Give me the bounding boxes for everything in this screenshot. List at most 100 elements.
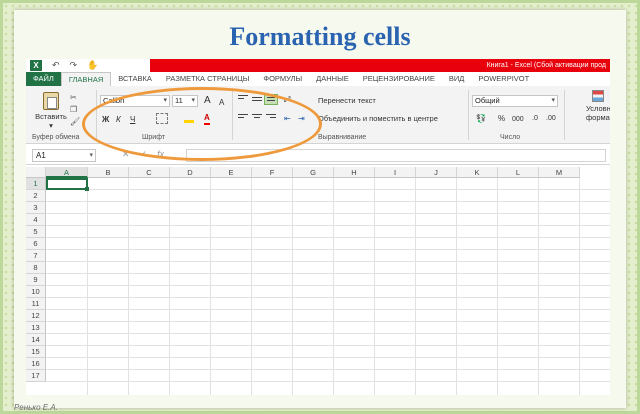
grid-line xyxy=(46,225,610,226)
increase-indent-icon[interactable]: ⇥ xyxy=(298,113,305,124)
align-left-icon[interactable] xyxy=(238,114,248,122)
column-header[interactable]: I xyxy=(375,167,416,178)
row-header[interactable]: 10 xyxy=(26,286,46,298)
name-box[interactable]: A1 xyxy=(32,149,96,162)
currency-icon[interactable]: 💱 xyxy=(476,113,486,124)
column-header[interactable]: C xyxy=(129,167,170,178)
column-header[interactable]: A xyxy=(46,167,88,178)
shrink-font-button[interactable]: A xyxy=(219,97,224,108)
paste-button[interactable]: Вставить ▾ xyxy=(34,92,68,130)
row-header[interactable]: 9 xyxy=(26,274,46,286)
row-header[interactable]: 2 xyxy=(26,190,46,202)
column-header[interactable]: B xyxy=(88,167,129,178)
paste-dropdown-icon[interactable]: ▾ xyxy=(34,121,68,130)
grid-line xyxy=(46,273,610,274)
excel-window: X ↶ ↷ ✋ Книга1 - Excel (Сбой активации п… xyxy=(26,59,610,395)
column-header[interactable]: L xyxy=(498,167,539,178)
row-header[interactable]: 15 xyxy=(26,346,46,358)
row-header[interactable]: 14 xyxy=(26,334,46,346)
column-header[interactable]: J xyxy=(416,167,457,178)
formula-bar-icons: ✕ ✓ fx xyxy=(122,149,164,160)
touch-mode-icon[interactable]: ✋ xyxy=(87,60,98,71)
tab-review[interactable]: РЕЦЕНЗИРОВАНИЕ xyxy=(356,72,442,86)
grid-line xyxy=(46,213,610,214)
insert-function-icon[interactable]: fx xyxy=(157,149,164,160)
ribbon-tabs: ФАЙЛ ГЛАВНАЯ ВСТАВКА РАЗМЕТКА СТРАНИЦЫ Ф… xyxy=(26,72,610,86)
redo-icon[interactable]: ↷ xyxy=(70,60,78,71)
paste-label: Вставить xyxy=(35,112,67,121)
column-header[interactable]: G xyxy=(293,167,334,178)
active-cell[interactable] xyxy=(46,178,89,191)
borders-icon[interactable] xyxy=(156,113,168,124)
row-header[interactable]: 8 xyxy=(26,262,46,274)
conditional-label-line1: Условное xyxy=(586,104,610,113)
conditional-formatting-button[interactable]: Условное форматиро xyxy=(586,104,610,122)
copy-icon[interactable]: ❐ xyxy=(70,104,80,116)
alignment-group-label: Выравнивание xyxy=(318,134,367,141)
row-header[interactable]: 13 xyxy=(26,322,46,334)
number-format-dropdown[interactable]: Общий xyxy=(472,95,558,107)
row-header[interactable]: 16 xyxy=(26,358,46,370)
decrease-decimal-icon[interactable]: .00 xyxy=(546,113,556,124)
row-header[interactable]: 6 xyxy=(26,238,46,250)
align-middle-icon[interactable] xyxy=(252,97,262,105)
select-all-corner[interactable] xyxy=(26,167,46,178)
undo-icon[interactable]: ↶ xyxy=(52,60,60,71)
column-header[interactable]: F xyxy=(252,167,293,178)
group-separator xyxy=(96,90,97,140)
cut-icon[interactable]: ✂ xyxy=(70,92,80,104)
thousands-button[interactable]: 000 xyxy=(512,114,524,125)
align-center-icon[interactable] xyxy=(252,114,262,122)
tab-powerpivot[interactable]: POWERPIVOT xyxy=(471,72,536,86)
grid-line xyxy=(46,297,610,298)
row-header[interactable]: 4 xyxy=(26,214,46,226)
author-credit: Ренько Е.А. xyxy=(14,403,58,412)
row-header[interactable]: 7 xyxy=(26,250,46,262)
align-bottom-icon[interactable] xyxy=(264,94,278,105)
align-top-icon[interactable] xyxy=(238,95,248,103)
row-header[interactable]: 11 xyxy=(26,298,46,310)
row-header[interactable]: 1 xyxy=(26,178,46,190)
italic-button[interactable]: К xyxy=(116,114,121,125)
fill-color-icon[interactable] xyxy=(184,113,194,123)
row-header[interactable]: 3 xyxy=(26,202,46,214)
merge-center-button[interactable]: Объединить и поместить в центре xyxy=(318,114,438,123)
wrap-text-button[interactable]: Перенести текст xyxy=(318,96,376,105)
tab-page-layout[interactable]: РАЗМЕТКА СТРАНИЦЫ xyxy=(159,72,256,86)
formula-bar: A1 ✕ ✓ fx xyxy=(26,145,610,165)
grow-font-button[interactable]: A xyxy=(204,95,211,106)
tab-file[interactable]: ФАЙЛ xyxy=(26,72,61,86)
align-right-icon[interactable] xyxy=(266,114,276,122)
decrease-indent-icon[interactable]: ⇤ xyxy=(284,113,291,124)
orientation-icon[interactable]: ⤢ xyxy=(284,94,290,105)
tab-view[interactable]: ВИД xyxy=(442,72,471,86)
column-header[interactable]: D xyxy=(170,167,211,178)
column-header[interactable]: E xyxy=(211,167,252,178)
column-header[interactable]: M xyxy=(539,167,580,178)
font-name-dropdown[interactable]: Calibri xyxy=(100,95,170,107)
column-header[interactable]: H xyxy=(334,167,375,178)
underline-button[interactable]: Ч xyxy=(130,114,135,125)
row-header[interactable]: 5 xyxy=(26,226,46,238)
cancel-icon[interactable]: ✕ xyxy=(122,149,130,160)
font-size-dropdown[interactable]: 11 xyxy=(172,95,198,107)
tab-insert[interactable]: ВСТАВКА xyxy=(111,72,159,86)
enter-icon[interactable]: ✓ xyxy=(140,149,148,160)
increase-decimal-icon[interactable]: .0 xyxy=(532,113,538,124)
formula-input[interactable] xyxy=(186,149,606,162)
font-color-button[interactable]: A xyxy=(204,112,210,125)
format-painter-icon[interactable]: 🖌 xyxy=(70,116,80,128)
tab-formulas[interactable]: ФОРМУЛЫ xyxy=(256,72,309,86)
font-group-label: Шрифт xyxy=(142,134,166,141)
tab-data[interactable]: ДАННЫЕ xyxy=(309,72,356,86)
conditional-formatting-icon[interactable] xyxy=(592,90,604,102)
grid-line xyxy=(46,237,610,238)
row-header[interactable]: 12 xyxy=(26,310,46,322)
percent-button[interactable]: % xyxy=(498,113,505,124)
worksheet-grid[interactable]: A B C D E F G H I J K L M 1 2 3 4 5 6 7 8 9 10 11 12 13 14 15 16 17 xyxy=(26,167,610,395)
bold-button[interactable]: Ж xyxy=(102,114,109,125)
tab-home[interactable]: ГЛАВНАЯ xyxy=(60,72,112,86)
clipboard-group-label: Буфер обмена xyxy=(32,134,80,141)
column-header[interactable]: K xyxy=(457,167,498,178)
row-header[interactable]: 17 xyxy=(26,370,46,382)
